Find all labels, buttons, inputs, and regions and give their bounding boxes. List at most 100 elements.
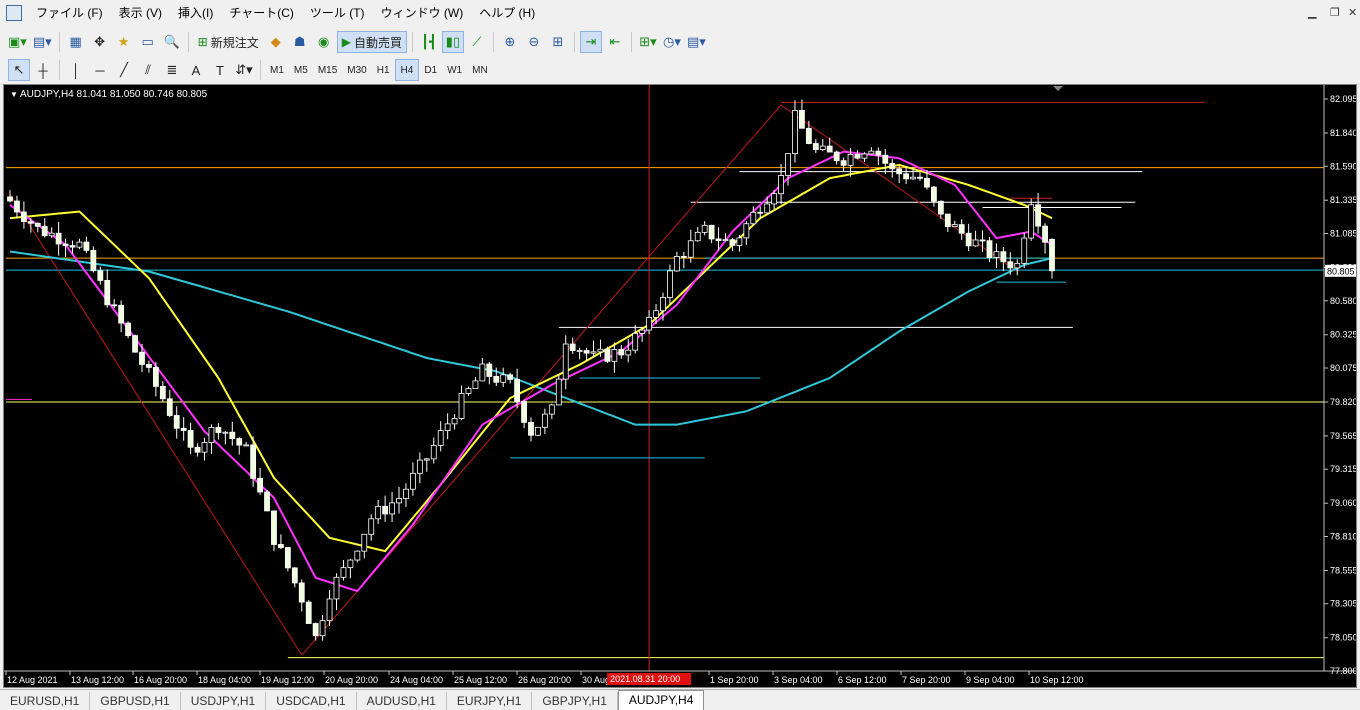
menu-help[interactable]: ヘルプ (H) xyxy=(471,2,543,24)
timeframe-m15[interactable]: M15 xyxy=(313,60,342,80)
crosshair-tool-icon[interactable]: ┼ xyxy=(32,59,54,81)
candle xyxy=(931,185,937,207)
candle xyxy=(326,589,333,627)
timeframe-mn[interactable]: MN xyxy=(467,60,493,80)
chart-menu-arrow-icon[interactable]: ▼ xyxy=(10,90,18,99)
candle-bull xyxy=(458,393,465,419)
candle-bear xyxy=(111,304,118,307)
horizontal-line-icon[interactable]: ─ xyxy=(89,59,111,81)
vertical-line-icon[interactable]: │ xyxy=(65,59,87,81)
menu-insert[interactable]: 挿入(I) xyxy=(170,2,221,24)
tile-windows-icon[interactable]: ⊞ xyxy=(547,31,569,53)
new-order-button[interactable]: ⊞ 新規注文 xyxy=(194,31,263,53)
candle xyxy=(389,492,395,523)
cursor-icon[interactable]: ↖ xyxy=(8,59,30,81)
candle xyxy=(889,159,896,178)
tab-audjpy[interactable]: AUDJPY,H4 xyxy=(617,690,705,710)
tab-eurusd[interactable]: EURUSD,H1 xyxy=(0,692,91,710)
candle xyxy=(55,221,62,256)
menu-window[interactable]: ウィンドウ (W) xyxy=(373,2,472,24)
community-icon[interactable]: ☗ xyxy=(289,31,311,53)
periods-icon[interactable]: ◷▾ xyxy=(661,31,683,53)
candle-bear xyxy=(826,145,833,153)
candle-bull xyxy=(910,176,916,180)
candlestick-chart-icon[interactable]: ▮▯ xyxy=(441,31,464,53)
toolbar-separator xyxy=(187,32,189,52)
templates-icon[interactable]: ▤▾ xyxy=(685,31,708,53)
candle xyxy=(382,495,389,522)
crosshair-nav-icon[interactable]: ✥ xyxy=(89,31,111,53)
minimize-icon[interactable]: ▁ xyxy=(1308,6,1316,19)
candle xyxy=(548,403,555,419)
profiles-icon[interactable]: ▤▾ xyxy=(31,31,54,53)
equidistant-channel-icon[interactable]: ⫽ xyxy=(137,59,159,81)
candle-bear xyxy=(896,168,903,175)
candle-bear xyxy=(271,510,277,545)
tab-gbpusd[interactable]: GBPUSD,H1 xyxy=(90,692,181,710)
navigator-icon[interactable]: ★ xyxy=(113,31,135,53)
tab-gbpjpy[interactable]: GBPJPY,H1 xyxy=(532,692,618,710)
timeframe-h1[interactable]: H1 xyxy=(372,60,395,80)
timeframe-w1[interactable]: W1 xyxy=(442,60,467,80)
text-tool-icon[interactable]: A xyxy=(185,59,207,81)
arrows-icon[interactable]: ⇵▾ xyxy=(233,59,255,81)
candle-bear xyxy=(1035,204,1042,227)
signals-icon[interactable]: ◉ xyxy=(313,31,335,53)
bar-chart-icon[interactable]: ┃┫ xyxy=(418,31,440,53)
timeframe-h4[interactable]: H4 xyxy=(394,59,420,81)
candle-bear xyxy=(875,150,882,156)
fibonacci-icon[interactable]: ≣ xyxy=(161,59,183,81)
y-tick-label: 80.075 xyxy=(1330,363,1356,373)
chart-header: AUDJPY,H4 81.041 81.050 80.746 80.805 xyxy=(20,89,208,100)
main-toolbar: ▣▾ ▤▾ ▦ ✥ ★ ▭ 🔍 ⊞ 新規注文 ◆ ☗ ◉ ▶ 自動売買 ┃┫ ▮▯ … xyxy=(0,28,1360,77)
market-watch-icon[interactable]: ▦ xyxy=(65,31,87,53)
candle xyxy=(778,163,784,205)
candle xyxy=(972,230,979,247)
timeframe-m30[interactable]: M30 xyxy=(342,60,371,80)
menu-view[interactable]: 表示 (V) xyxy=(111,2,170,24)
zoom-in-icon[interactable]: ⊕ xyxy=(499,31,521,53)
menu-tools[interactable]: ツール (T) xyxy=(302,2,373,24)
zoom-out-icon[interactable]: ⊖ xyxy=(523,31,545,53)
candle xyxy=(20,201,27,229)
tab-audusd[interactable]: AUDUSD,H1 xyxy=(357,692,447,710)
line-chart-icon[interactable]: ⟋ xyxy=(466,31,488,53)
autoscroll-icon[interactable]: ⇥ xyxy=(579,31,602,53)
timeframe-m1[interactable]: M1 xyxy=(265,60,289,80)
close-icon[interactable]: ✕ xyxy=(1348,6,1357,19)
candle xyxy=(222,431,229,445)
restore-icon[interactable]: ❐ xyxy=(1330,6,1340,19)
candle-bear xyxy=(1049,238,1055,272)
tab-usdjpy[interactable]: USDJPY,H1 xyxy=(181,692,267,710)
chart-window[interactable]: 82.09581.84081.59081.33581.08580.83080.5… xyxy=(3,84,1357,688)
candle xyxy=(187,422,194,454)
tab-usdcad[interactable]: USDCAD,H1 xyxy=(266,692,357,710)
terminal-icon[interactable]: ▭ xyxy=(137,31,159,53)
menu-file[interactable]: ファイル (F) xyxy=(28,2,111,24)
indicators-icon[interactable]: ⊞▾ xyxy=(637,31,659,53)
timeframe-d1[interactable]: D1 xyxy=(419,60,442,80)
candle xyxy=(305,600,312,624)
tab-eurjpy[interactable]: EURJPY,H1 xyxy=(447,692,533,710)
menu-chart[interactable]: チャート(C) xyxy=(221,2,302,24)
strategy-tester-icon[interactable]: 🔍 xyxy=(161,31,183,53)
price-chart[interactable]: 82.09581.84081.59081.33581.08580.83080.5… xyxy=(4,85,1356,687)
candle-bull xyxy=(701,224,708,233)
x-tick-label: 16 Aug 20:00 xyxy=(134,675,187,685)
auto-trade-button[interactable]: ▶ 自動売買 xyxy=(336,31,407,53)
candle-bull xyxy=(972,239,979,247)
new-chart-icon[interactable]: ▣▾ xyxy=(6,31,29,53)
candle-bull xyxy=(736,237,743,246)
timeframe-m5[interactable]: M5 xyxy=(289,60,313,80)
candle-bull xyxy=(396,498,402,504)
candle-bull xyxy=(555,378,562,406)
candle-bull xyxy=(590,351,597,354)
candle xyxy=(396,486,402,514)
trendline-icon[interactable]: ╱ xyxy=(113,59,135,81)
candle xyxy=(660,292,666,321)
text-label-icon[interactable]: T xyxy=(209,59,231,81)
candle xyxy=(118,300,125,333)
candle-bear xyxy=(118,304,125,324)
metaeditor-icon[interactable]: ◆ xyxy=(265,31,287,53)
chart-shift-icon[interactable]: ⇤ xyxy=(604,31,626,53)
